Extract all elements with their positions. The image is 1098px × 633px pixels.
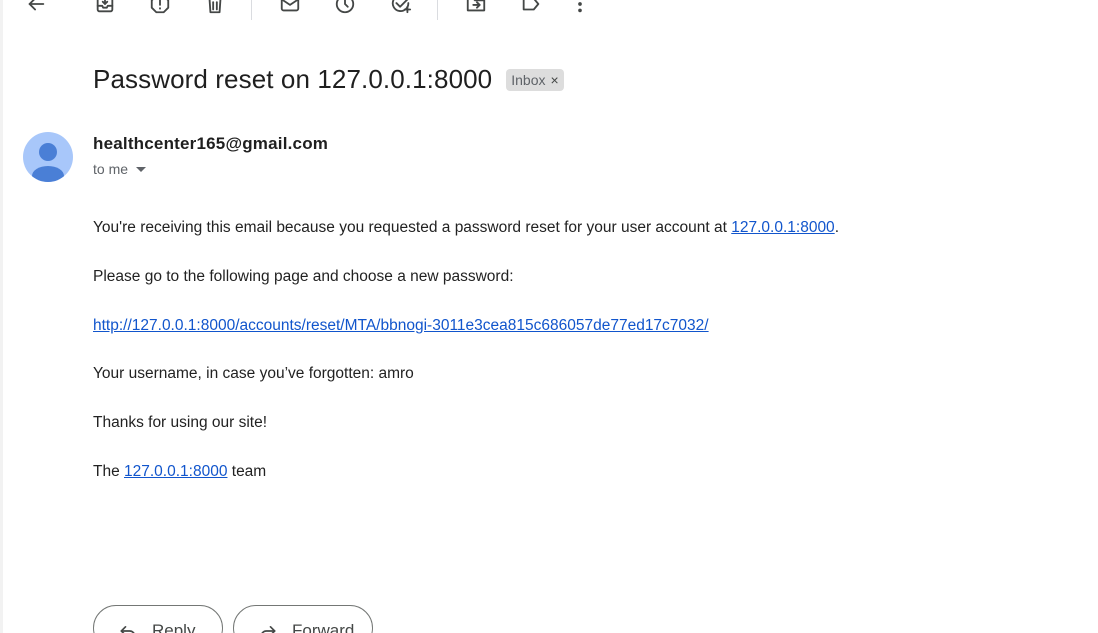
body-line-username: Your username, in case you’ve forgotten:… (93, 365, 414, 383)
reply-button[interactable]: Reply (93, 605, 223, 633)
snooze-icon[interactable] (333, 0, 357, 16)
forward-button[interactable]: Forward (233, 605, 373, 633)
recipient-row: to me (93, 160, 147, 178)
body-line-signoff: The 127.0.0.1:8000 team (93, 462, 839, 482)
report-spam-icon[interactable] (148, 0, 172, 16)
email-body: You're receiving this email because you … (93, 218, 839, 482)
body-text: team (227, 462, 267, 480)
show-details-icon[interactable] (136, 166, 147, 172)
site-link[interactable]: 127.0.0.1:8000 (124, 463, 227, 480)
move-to-icon[interactable] (464, 0, 488, 16)
recipient-label: to me (93, 161, 129, 177)
delete-icon[interactable] (203, 0, 227, 16)
more-icon[interactable] (568, 0, 592, 16)
back-arrow-icon[interactable] (24, 0, 48, 16)
labels-icon[interactable] (519, 0, 543, 16)
body-line-instructions: Please go to the following page and choo… (93, 267, 514, 285)
sender-avatar[interactable] (23, 132, 73, 182)
body-line-thanks: Thanks for using our site! (93, 414, 268, 432)
add-to-tasks-icon[interactable] (389, 0, 413, 16)
email-view: Password reset on 127.0.0.1:8000 Inbox ×… (0, 0, 1098, 633)
site-link[interactable]: 127.0.0.1:8000 (731, 219, 834, 236)
email-subject: Password reset on 127.0.0.1:8000 (93, 64, 493, 94)
archive-icon[interactable] (93, 0, 117, 16)
reset-password-link[interactable]: http://127.0.0.1:8000/accounts/reset/MTA… (93, 317, 709, 334)
person-icon (32, 143, 64, 182)
toolbar-separator (251, 0, 252, 20)
sender-email[interactable]: healthcenter165@gmail.com (93, 133, 328, 155)
body-text: You're receiving this email because you … (93, 219, 732, 236)
label-chip-text: Inbox (511, 72, 546, 88)
remove-label-icon[interactable]: × (551, 72, 559, 88)
forward-icon (261, 626, 276, 633)
body-line-intro: You're receiving this email because you … (93, 218, 839, 238)
subject-row: Password reset on 127.0.0.1:8000 Inbox × (93, 62, 564, 96)
body-text: The (93, 462, 125, 480)
body-text: . (834, 219, 839, 236)
left-divider (0, 0, 3, 633)
toolbar-separator (437, 0, 438, 20)
label-chip-inbox[interactable]: Inbox × (506, 69, 564, 91)
body-line-reset-link: http://127.0.0.1:8000/accounts/reset/MTA… (93, 316, 839, 336)
forward-button-label: Forward (292, 621, 355, 633)
reply-button-label: Reply (152, 621, 196, 633)
mark-unread-icon[interactable] (278, 0, 302, 16)
reply-icon (120, 626, 135, 633)
